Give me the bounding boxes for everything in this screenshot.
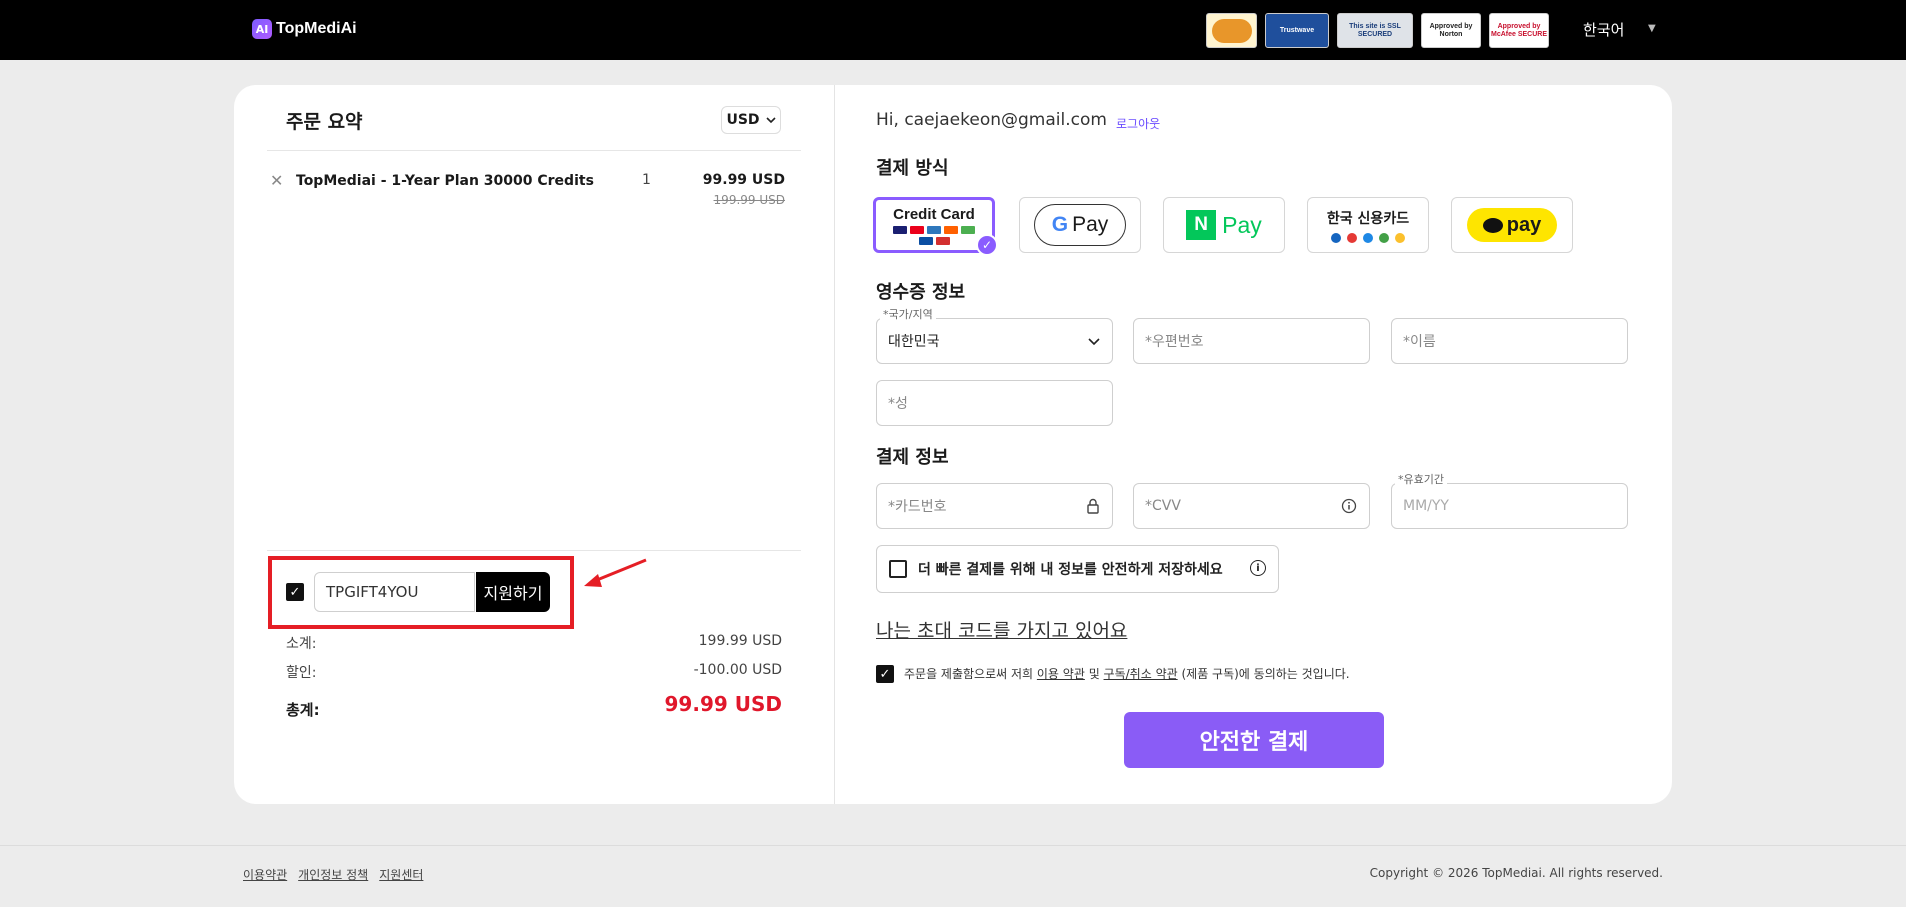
- copyright: Copyright © 2026 TopMediai. All rights r…: [1369, 866, 1663, 880]
- discount-value: -100.00 USD: [693, 662, 782, 678]
- footer-link-privacy[interactable]: 개인정보 정책: [298, 866, 368, 883]
- chevron-down-icon: [765, 116, 776, 123]
- checkout-card: [234, 85, 1672, 804]
- korean-bank-icons: [1331, 232, 1405, 243]
- payment-method-title: 결제 방식: [876, 158, 949, 179]
- info-icon[interactable]: i: [1250, 560, 1266, 576]
- coupon-code-input[interactable]: TPGIFT4YOU: [314, 572, 475, 612]
- selected-check-icon: ✓: [976, 234, 998, 256]
- currency-value: USD: [726, 112, 760, 128]
- save-info-checkbox[interactable]: [889, 560, 907, 578]
- cvv-placeholder: *CVV: [1145, 498, 1181, 514]
- last-name-input[interactable]: *성: [876, 380, 1113, 426]
- logo-text: TopMediAi: [276, 20, 357, 37]
- logo[interactable]: AI TopMediAi: [252, 19, 357, 39]
- terms-of-use-link[interactable]: 이용 약관: [1037, 667, 1085, 681]
- gpay-label: Pay: [1072, 213, 1109, 236]
- footer-link-support[interactable]: 지원센터: [379, 866, 423, 883]
- receipt-info-title: 영수증 정보: [876, 282, 966, 303]
- terms-suffix: (제품 구독)에 동의하는 것입니다.: [1177, 667, 1350, 681]
- card-number-input[interactable]: *카드번호: [876, 483, 1113, 529]
- annotation-arrow-icon: [584, 558, 647, 587]
- trust-badge-ssl: This site is SSL SECURED: [1337, 13, 1413, 48]
- trust-badge-trustwave[interactable]: Trustwave: [1265, 13, 1329, 48]
- country-select[interactable]: 대한민국: [876, 318, 1113, 364]
- chat-bubble-icon: [1482, 217, 1503, 233]
- order-summary-title: 주문 요약: [286, 111, 363, 133]
- subtotal-value: 199.99 USD: [698, 633, 782, 649]
- gpay-logo: G Pay: [1034, 204, 1126, 246]
- total-value: 99.99 USD: [664, 692, 782, 716]
- terms-text: 주문을 제출함으로써 저희 이용 약관 및 구독/취소 약관 (제품 구독)에 …: [904, 665, 1350, 682]
- secure-pay-button[interactable]: 안전한 결제: [1124, 712, 1384, 768]
- badge-seal-icon: [1211, 18, 1252, 43]
- product-quantity: 1: [642, 172, 651, 188]
- chevron-down-icon: [1088, 338, 1100, 346]
- trust-badge-mcafee: Approved by McAfee SECURE: [1489, 13, 1549, 48]
- divider: [267, 150, 801, 151]
- kakaopay-logo: pay: [1467, 208, 1557, 242]
- expiry-label: *유효기간: [1395, 471, 1447, 487]
- korean-card-label: 한국 신용카드: [1326, 210, 1410, 227]
- naver-n-icon: N: [1186, 210, 1217, 240]
- payment-option-npay[interactable]: N Pay: [1163, 197, 1285, 253]
- expiry-input[interactable]: MM/YY: [1391, 483, 1628, 529]
- kakaopay-label: pay: [1506, 213, 1542, 236]
- footer-links: 이용약관 개인정보 정책 지원센터: [243, 866, 423, 883]
- divider: [267, 550, 801, 551]
- coupon-apply-button[interactable]: 지원하기: [476, 572, 550, 612]
- discount-label: 할인:: [286, 665, 317, 681]
- footer-divider: [0, 845, 1906, 846]
- first-name-input[interactable]: *이름: [1391, 318, 1628, 364]
- subtotal-label: 소계:: [286, 636, 317, 652]
- language-selector[interactable]: 한국어: [1583, 19, 1624, 40]
- npay-logo: N Pay: [1186, 210, 1262, 240]
- remove-item-icon[interactable]: ✕: [270, 171, 283, 190]
- payment-info-title: 결제 정보: [876, 447, 949, 468]
- cvv-input[interactable]: *CVV: [1133, 483, 1370, 529]
- google-g-icon: G: [1051, 213, 1069, 236]
- currency-select[interactable]: USD: [721, 106, 781, 134]
- greeting: Hi, caejaekeon@gmail.com: [876, 110, 1107, 130]
- trust-badges: Trustwave This site is SSL SECURED Appro…: [1206, 13, 1549, 48]
- country-value: 대한민국: [888, 334, 940, 350]
- total-label: 총계:: [286, 701, 320, 719]
- product-original-price: 199.99 USD: [713, 193, 785, 207]
- terms-and: 및: [1084, 667, 1104, 681]
- trust-badge-1: [1206, 13, 1257, 48]
- postal-code-input[interactable]: *우편번호: [1133, 318, 1370, 364]
- invite-code-link[interactable]: 나는 초대 코드를 가지고 있어요: [876, 616, 1127, 643]
- product-name: TopMediai - 1-Year Plan 30000 Credits: [296, 173, 594, 189]
- credit-card-label: Credit Card: [893, 205, 975, 223]
- product-price: 99.99 USD: [702, 172, 785, 188]
- card-number-placeholder: *카드번호: [888, 499, 947, 515]
- npay-label: Pay: [1222, 211, 1262, 238]
- terms-prefix: 주문을 제출함으로써 저희: [904, 667, 1037, 681]
- terms-checkbox[interactable]: ✓: [876, 665, 894, 683]
- trust-badge-norton: Approved by Norton: [1421, 13, 1481, 48]
- payment-option-korean-card[interactable]: 한국 신용카드: [1307, 197, 1429, 253]
- payment-option-credit-card[interactable]: Credit Card ✓: [873, 197, 998, 256]
- payment-option-kakaopay[interactable]: pay: [1451, 197, 1573, 253]
- payment-option-gpay[interactable]: G Pay: [1019, 197, 1141, 253]
- footer-link-terms[interactable]: 이용약관: [243, 866, 287, 883]
- coupon-checkbox[interactable]: ✓: [286, 583, 304, 601]
- card-brand-icons: [889, 225, 979, 245]
- logo-mark: AI: [252, 19, 272, 39]
- subscription-terms-link[interactable]: 구독/취소 약관: [1104, 667, 1178, 681]
- lock-icon: [1087, 498, 1099, 514]
- logout-link[interactable]: 로그아웃: [1116, 115, 1160, 132]
- save-info-label: 더 빠른 결제를 위해 내 정보를 안전하게 저장하세요: [918, 562, 1223, 578]
- info-icon[interactable]: [1341, 498, 1357, 514]
- country-label: *국가/지역: [880, 306, 936, 322]
- panel-divider: [834, 85, 835, 804]
- caret-down-icon[interactable]: ▼: [1648, 23, 1656, 34]
